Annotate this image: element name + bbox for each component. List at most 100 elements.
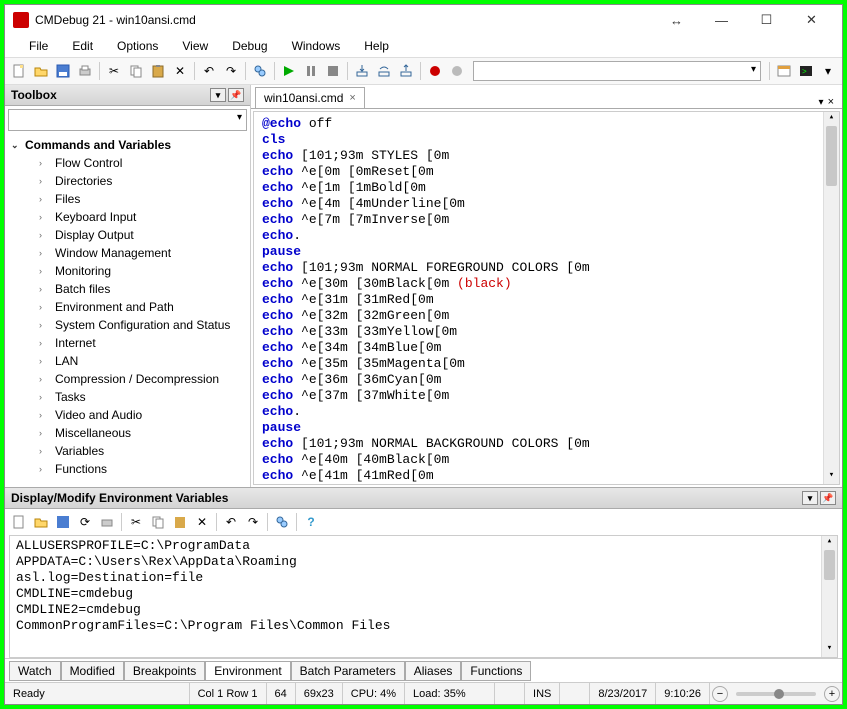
scroll-up-icon[interactable]: ▴: [824, 112, 839, 126]
svg-text:>: >: [802, 67, 807, 76]
zoom-in-button[interactable]: +: [824, 686, 840, 702]
bottom-tab[interactable]: Environment: [205, 661, 290, 681]
bottom-tab[interactable]: Aliases: [405, 661, 462, 681]
save-icon[interactable]: [53, 61, 73, 81]
tree-item[interactable]: ›Tasks: [5, 388, 250, 406]
tree-item[interactable]: ›Internet: [5, 334, 250, 352]
tree-item[interactable]: ›Video and Audio: [5, 406, 250, 424]
menu-debug[interactable]: Debug: [222, 37, 277, 55]
help-icon[interactable]: ?: [301, 512, 321, 532]
minimize-button[interactable]: —: [699, 6, 744, 34]
bottom-tab[interactable]: Functions: [461, 661, 531, 681]
scroll-down-icon[interactable]: ▾: [822, 643, 837, 657]
toolbar-combo[interactable]: [473, 61, 761, 81]
tree-item[interactable]: ›Keyboard Input: [5, 208, 250, 226]
panel-pin-icon[interactable]: 📌: [228, 88, 244, 102]
delete-icon[interactable]: ✕: [192, 512, 212, 532]
menu-edit[interactable]: Edit: [62, 37, 103, 55]
tree-item[interactable]: ›Environment and Path: [5, 298, 250, 316]
open-file-icon[interactable]: [31, 512, 51, 532]
tab-close-all-icon[interactable]: ×: [828, 96, 834, 108]
zoom-out-button[interactable]: −: [712, 686, 728, 702]
menu-windows[interactable]: Windows: [282, 37, 351, 55]
bottom-tab[interactable]: Watch: [9, 661, 61, 681]
scroll-thumb[interactable]: [824, 550, 835, 580]
scroll-up-icon[interactable]: ▴: [822, 536, 837, 550]
stop-icon[interactable]: [323, 61, 343, 81]
print-icon[interactable]: [97, 512, 117, 532]
scroll-down-icon[interactable]: ▾: [824, 470, 839, 484]
tab-close-icon[interactable]: ×: [349, 92, 355, 104]
panel-dropdown-icon[interactable]: ▾: [802, 491, 818, 505]
tree-item[interactable]: ›Directories: [5, 172, 250, 190]
menu-view[interactable]: View: [172, 37, 218, 55]
run-icon[interactable]: [279, 61, 299, 81]
tree-item[interactable]: ›Miscellaneous: [5, 424, 250, 442]
new-file-icon[interactable]: [9, 512, 29, 532]
tree-item[interactable]: ›Functions: [5, 460, 250, 478]
tree-item[interactable]: ›Batch files: [5, 280, 250, 298]
scroll-thumb[interactable]: [826, 126, 837, 186]
toolbox-search-combo[interactable]: [8, 109, 247, 131]
record-gray-icon[interactable]: [447, 61, 467, 81]
editor-scrollbar[interactable]: ▴ ▾: [823, 112, 839, 484]
undo-icon[interactable]: ↶: [221, 512, 241, 532]
step-out-icon[interactable]: [396, 61, 416, 81]
resize-handle[interactable]: ↔: [654, 6, 699, 34]
bottom-tab[interactable]: Modified: [61, 661, 124, 681]
undo-icon[interactable]: ↶: [199, 61, 219, 81]
record-icon[interactable]: [425, 61, 445, 81]
zoom-slider[interactable]: [736, 692, 816, 696]
copy-icon[interactable]: [148, 512, 168, 532]
find-icon[interactable]: [250, 61, 270, 81]
tree-item[interactable]: ›Window Management: [5, 244, 250, 262]
redo-icon[interactable]: ↷: [221, 61, 241, 81]
code-line: echo ^e[30m [30mBlack[0m (black): [262, 276, 831, 292]
env-scrollbar[interactable]: ▴ ▾: [821, 536, 837, 657]
dropdown-icon[interactable]: ▾: [818, 61, 838, 81]
panel-dropdown-icon[interactable]: ▾: [210, 88, 226, 102]
find-icon[interactable]: [272, 512, 292, 532]
cut-icon[interactable]: ✂: [104, 61, 124, 81]
chevron-right-icon: ›: [39, 464, 49, 474]
menu-help[interactable]: Help: [354, 37, 399, 55]
bottom-tab[interactable]: Batch Parameters: [291, 661, 405, 681]
delete-icon[interactable]: ✕: [170, 61, 190, 81]
env-panel: Display/Modify Environment Variables ▾ 📌…: [5, 487, 842, 682]
bottom-tab[interactable]: Breakpoints: [124, 661, 205, 681]
paste-icon[interactable]: [148, 61, 168, 81]
code-editor[interactable]: @echo offclsecho [101;93m STYLES [0mecho…: [253, 111, 840, 485]
tree-item[interactable]: ›Variables: [5, 442, 250, 460]
env-content[interactable]: ALLUSERSPROFILE=C:\ProgramDataAPPDATA=C:…: [9, 535, 838, 658]
tree-item[interactable]: ›System Configuration and Status: [5, 316, 250, 334]
editor-tabs: win10ansi.cmd × ▾ ×: [251, 85, 842, 109]
refresh-icon[interactable]: ⟳: [75, 512, 95, 532]
menu-options[interactable]: Options: [107, 37, 168, 55]
cut-icon[interactable]: ✂: [126, 512, 146, 532]
copy-icon[interactable]: [126, 61, 146, 81]
tree-item[interactable]: ›Display Output: [5, 226, 250, 244]
redo-icon[interactable]: ↷: [243, 512, 263, 532]
step-into-icon[interactable]: [352, 61, 372, 81]
window-icon[interactable]: [774, 61, 794, 81]
tree-item[interactable]: ›LAN: [5, 352, 250, 370]
tree-item[interactable]: ›Flow Control: [5, 154, 250, 172]
pause-icon[interactable]: [301, 61, 321, 81]
panel-pin-icon[interactable]: 📌: [820, 491, 836, 505]
maximize-button[interactable]: ☐: [744, 6, 789, 34]
menu-file[interactable]: File: [19, 37, 58, 55]
print-icon[interactable]: [75, 61, 95, 81]
step-over-icon[interactable]: [374, 61, 394, 81]
console-icon[interactable]: >: [796, 61, 816, 81]
save-icon[interactable]: [53, 512, 73, 532]
tab-file[interactable]: win10ansi.cmd ×: [255, 87, 365, 108]
tree-item[interactable]: ›Files: [5, 190, 250, 208]
tree-item[interactable]: ›Monitoring: [5, 262, 250, 280]
tree-root-commands[interactable]: ⌄Commands and Variables: [5, 136, 250, 154]
new-file-icon[interactable]: [9, 61, 29, 81]
paste-icon[interactable]: [170, 512, 190, 532]
close-button[interactable]: ✕: [789, 6, 834, 34]
open-file-icon[interactable]: [31, 61, 51, 81]
tree-item[interactable]: ›Compression / Decompression: [5, 370, 250, 388]
tab-overflow-icon[interactable]: ▾: [819, 97, 824, 108]
